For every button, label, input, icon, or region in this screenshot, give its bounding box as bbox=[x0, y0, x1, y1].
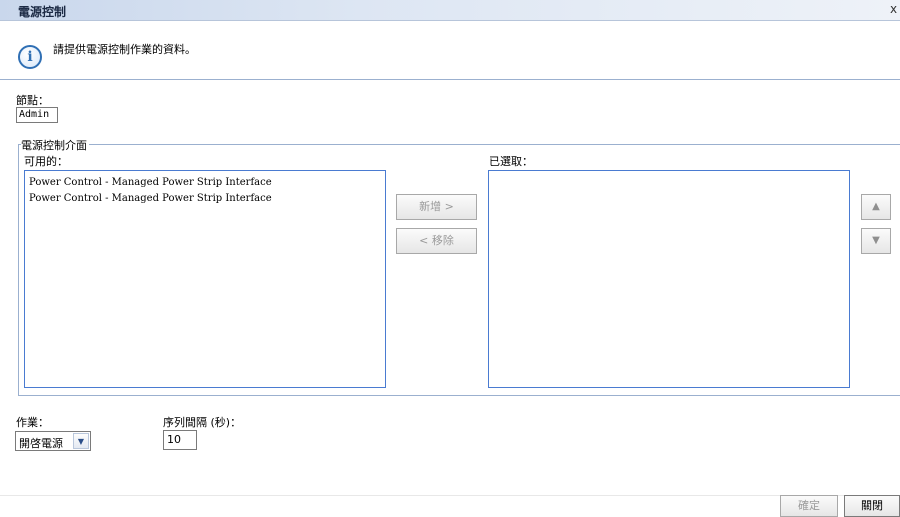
selected-list[interactable] bbox=[488, 170, 850, 388]
operation-value: 開啓電源 bbox=[19, 437, 63, 450]
remove-button[interactable]: < 移除 bbox=[396, 228, 477, 254]
list-item[interactable]: Power Control - Managed Power Strip Inte… bbox=[25, 191, 385, 207]
title-bar: 電源控制 x bbox=[0, 0, 900, 21]
info-icon: i bbox=[18, 45, 42, 69]
move-down-button[interactable]: ▼ bbox=[861, 228, 891, 254]
move-up-button[interactable]: ▲ bbox=[861, 194, 891, 220]
interval-label: 序列間隔 (秒)： bbox=[163, 416, 242, 429]
triangle-up-icon: ▲ bbox=[872, 201, 880, 212]
operation-select[interactable]: 開啓電源 ▼ bbox=[15, 431, 91, 451]
selected-label: 已選取： bbox=[489, 155, 533, 168]
node-label: 節點： bbox=[16, 94, 49, 107]
triangle-down-icon: ▼ bbox=[872, 235, 880, 246]
chevron-down-icon[interactable]: ▼ bbox=[73, 433, 89, 449]
operation-label: 作業： bbox=[16, 416, 49, 429]
info-message: 請提供電源控制作業的資料。 bbox=[53, 43, 196, 56]
add-button[interactable]: 新增 > bbox=[396, 194, 477, 220]
available-label: 可用的： bbox=[24, 155, 68, 168]
info-banner: i 請提供電源控制作業的資料。 bbox=[0, 21, 900, 80]
group-title: 電源控制介面 bbox=[21, 137, 89, 153]
close-icon[interactable]: x bbox=[890, 2, 897, 16]
available-list[interactable]: Power Control - Managed Power Strip Inte… bbox=[24, 170, 386, 388]
list-item[interactable]: Power Control - Managed Power Strip Inte… bbox=[25, 175, 385, 191]
interval-field[interactable]: 10 bbox=[163, 430, 197, 450]
close-button[interactable]: 關閉 bbox=[844, 495, 900, 517]
window-title: 電源控制 bbox=[18, 5, 67, 19]
ok-button[interactable]: 確定 bbox=[780, 495, 838, 517]
footer-divider bbox=[0, 495, 900, 496]
node-field[interactable]: Admin bbox=[16, 107, 58, 123]
